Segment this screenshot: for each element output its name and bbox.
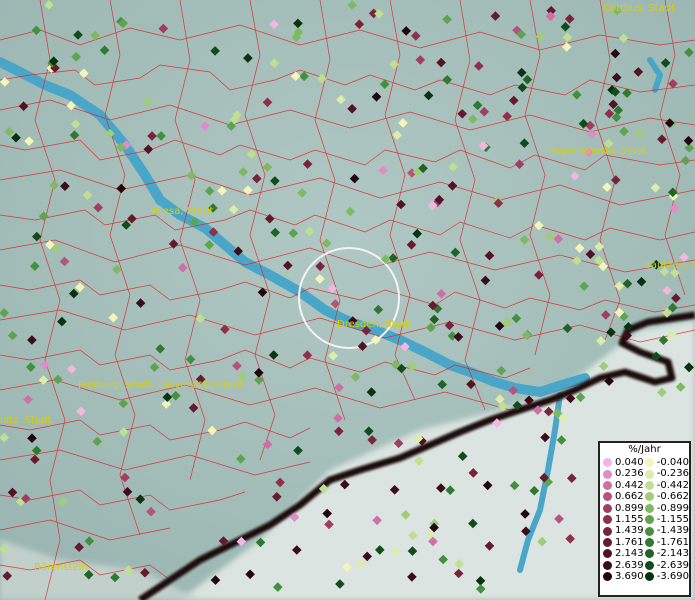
legend-entry: -1.439 (644, 525, 689, 537)
legend-entry: -0.442 (644, 479, 689, 491)
legend-swatch (603, 458, 612, 468)
elevation-map[interactable]: Cottbus, Stadt Hoyerswerda, Stadt Riesa,… (0, 0, 695, 600)
legend-swatch (603, 492, 612, 502)
city-label: Riesa, Stadt (153, 206, 213, 217)
legend-entry: -3.690 (644, 570, 689, 582)
legend-label: -2.143 (656, 548, 689, 560)
legend-entry: 0.236 (603, 468, 645, 479)
legend-swatch (603, 560, 612, 570)
legend-label: -0.662 (656, 491, 689, 503)
legend-label: -0.040 (656, 457, 689, 468)
legend-swatch (644, 458, 654, 468)
legend-label: -0.442 (656, 479, 689, 491)
legend-label: 0.899 (615, 502, 644, 514)
legend-label: -1.155 (656, 513, 689, 525)
legend-swatch (644, 480, 654, 490)
legend-entry: 1.439 (603, 525, 645, 536)
legend-swatch (603, 515, 612, 525)
legend-label: 0.040 (615, 457, 644, 468)
legend-label: 2.639 (615, 559, 644, 571)
legend-entry: 1.155 (603, 514, 645, 525)
legend-label: 1.155 (615, 513, 644, 525)
legend-swatch (603, 549, 612, 559)
legend-entry: 2.143 (603, 548, 645, 559)
legend-swatch (644, 549, 654, 559)
legend-label: 2.143 (615, 548, 644, 560)
legend-label: -2.639 (656, 559, 689, 571)
legend-label: -0.899 (656, 502, 689, 514)
legend-label: -1.439 (656, 525, 689, 537)
legend-swatch (603, 480, 612, 490)
legend-entry: 0.040 (603, 457, 645, 468)
legend-label: 0.236 (615, 468, 644, 480)
legend-swatch (603, 503, 612, 513)
map-legend: %/Jahr 0.040 0.236 0.442 0.662 0.899 1.1… (598, 441, 691, 597)
legend-swatch (644, 469, 654, 479)
city-label: Dresden, Stadt (337, 319, 412, 330)
legend-entry: -0.236 (644, 468, 689, 480)
legend-entry: -0.040 (644, 457, 689, 468)
legend-swatch (644, 503, 654, 513)
city-label: Hoyerswerda, Stadt (548, 146, 647, 157)
legend-swatch (603, 537, 612, 547)
legend-entry: -1.761 (644, 536, 689, 548)
legend-label: -1.761 (656, 536, 689, 548)
legend-title: %/Jahr (628, 444, 661, 455)
legend-entry: -0.899 (644, 502, 689, 514)
legend-entry: 1.761 (603, 537, 645, 548)
legend-label: 1.439 (615, 525, 644, 537)
legend-swatch (644, 572, 654, 582)
legend-positive-column: 0.040 0.236 0.442 0.662 0.899 1.155 1.43… (603, 457, 645, 582)
legend-swatch (644, 537, 654, 547)
city-label: nitz, Stadt (0, 415, 51, 426)
legend-label: 3.690 (615, 570, 644, 582)
legend-swatch (603, 526, 612, 536)
legend-entry: 0.899 (603, 503, 645, 514)
legend-negative-column: -0.040 -0.236 -0.442 -0.662 -0.899 -1.15… (644, 457, 689, 582)
legend-entry: 2.639 (603, 560, 645, 571)
legend-entry: -1.155 (644, 513, 689, 525)
city-label: Freiberg, Stadt, Universitätsstadt (78, 380, 243, 391)
legend-entry: 0.662 (603, 491, 645, 502)
city-label: Cottbus, Stadt (603, 3, 675, 14)
legend-swatch (603, 469, 612, 479)
legend-swatch (644, 560, 654, 570)
legend-label: 0.662 (615, 491, 644, 503)
legend-swatch (644, 526, 654, 536)
legend-entry: -2.143 (644, 548, 689, 560)
legend-label: -3.690 (656, 570, 689, 582)
legend-entry: -2.639 (644, 559, 689, 571)
legend-label: -0.236 (656, 468, 689, 480)
legend-entry: 0.442 (603, 480, 645, 491)
city-label: Bärenstein (34, 562, 88, 573)
legend-label: 1.761 (615, 536, 644, 548)
legend-entry: 3.690 (603, 571, 645, 582)
legend-swatch (644, 492, 654, 502)
city-label: Bautzen, Stadt (644, 260, 695, 271)
legend-label: 0.442 (615, 479, 644, 491)
legend-entry: -0.662 (644, 491, 689, 503)
legend-swatch (644, 515, 654, 525)
legend-swatch (603, 572, 612, 582)
